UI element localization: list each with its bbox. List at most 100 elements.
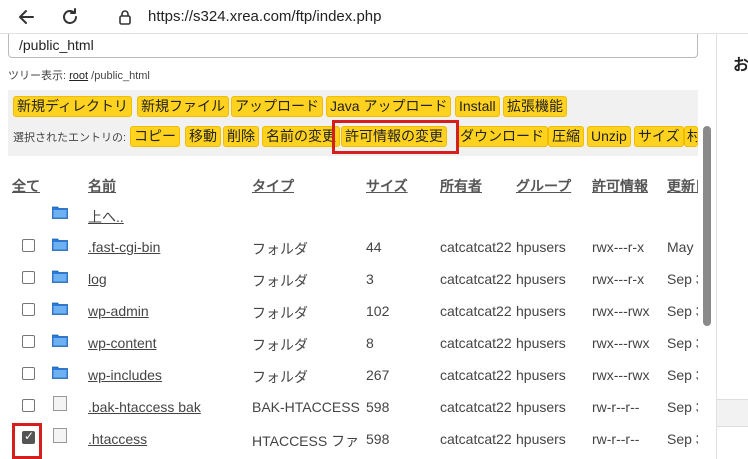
file-modified: Sep 3 (667, 303, 698, 319)
delete-button[interactable]: 削除 (223, 126, 259, 147)
new-file-button[interactable]: 新規ファイル (137, 96, 229, 117)
header-name[interactable]: 名前 (88, 176, 116, 196)
compress-button[interactable]: 圧縮 (548, 126, 584, 147)
file-size: 598 (366, 399, 390, 415)
file-owner: catcatcat22 (440, 239, 512, 255)
file-name-link[interactable]: wp-admin (88, 303, 149, 319)
file-permissions: rwx---r-x (592, 271, 645, 287)
file-name-link[interactable]: .htaccess (88, 431, 147, 447)
file-group: hpusers (516, 399, 566, 415)
row-checkbox[interactable] (22, 429, 35, 444)
folder-icon (52, 302, 68, 315)
file-modified: Sep 3 (667, 271, 698, 287)
header-type[interactable]: タイプ (252, 176, 294, 196)
header-group[interactable]: グループ (516, 176, 571, 196)
path-field[interactable]: /public_html (8, 34, 698, 58)
file-owner: catcatcat22 (440, 367, 512, 383)
table-row: 上へ.. (8, 200, 698, 232)
download-button[interactable]: ダウンロード (456, 126, 548, 147)
folder-icon (52, 206, 68, 219)
file-size: 8 (366, 335, 374, 351)
change-permissions-button[interactable]: 許可情報の変更 (341, 126, 447, 147)
file-size: 44 (366, 239, 382, 255)
folder-icon (52, 366, 68, 379)
row-checkbox[interactable] (22, 303, 35, 316)
tree-view: ツリー表示: root /public_html (8, 67, 150, 83)
table-row: .htaccess HTACCESS ファ 598 catcatcat22hpuser… (8, 424, 698, 456)
new-directory-button[interactable]: 新規ディレクトリ (13, 96, 133, 117)
file-owner: catcatcat22 (440, 271, 512, 287)
table-row: .fast-cgi-bin フォルダ 44 catcatcat22 hpusers rwx… (8, 232, 698, 264)
file-permissions: rw-r--r-- (592, 431, 640, 447)
file-modified: Sep 3 (667, 431, 698, 447)
row-checkbox[interactable] (22, 239, 35, 252)
file-modified: Sep 3 (667, 399, 698, 415)
upload-button[interactable]: アップロード (231, 96, 323, 117)
install-button[interactable]: Install (455, 96, 500, 117)
browser-toolbar: https://s324.xrea.com/ftp/index.php (0, 0, 748, 34)
table-row: .bak-htaccess bak BAK-HTACCESS 598 catcatca… (8, 392, 698, 424)
file-group: hpusers (516, 367, 566, 383)
file-size: 267 (366, 367, 390, 383)
copy-button[interactable]: コピー (130, 126, 180, 147)
header-modified[interactable]: 更新日 (667, 176, 698, 196)
file-permissions: rw-r--r-- (592, 399, 640, 415)
file-group: hpusers (516, 431, 566, 447)
side-panel-box (717, 399, 748, 427)
file-icon (53, 396, 67, 411)
tree-label: ツリー表示: (8, 70, 67, 82)
address-bar[interactable]: https://s324.xrea.com/ftp/index.php (148, 8, 381, 25)
table-row: wp-content フォルダ 8 catcatcat22 hpusers rwx---r… (8, 328, 698, 360)
file-group: hpusers (516, 239, 566, 255)
side-panel-title: お (733, 57, 748, 74)
file-modified: Sep 3 (667, 335, 698, 351)
file-group: hpusers (516, 271, 566, 287)
header-permissions[interactable]: 許可情報 (592, 176, 648, 196)
row-checkbox[interactable] (22, 399, 35, 412)
folder-icon (52, 270, 68, 283)
tree-root-link[interactable]: root (69, 70, 88, 82)
move-button[interactable]: 移動 (185, 126, 221, 147)
rename-button[interactable]: 名前の変更 (262, 126, 340, 147)
file-name-link[interactable]: .bak-htaccess bak (88, 399, 201, 415)
file-type: HTACCESS ファ (252, 433, 360, 449)
header-select-all[interactable]: 全て (12, 176, 40, 196)
file-size: 3 (366, 271, 374, 287)
back-arrow-icon[interactable] (14, 5, 38, 29)
scrollbar-thumb[interactable] (703, 126, 711, 326)
folder-icon (52, 334, 68, 347)
file-type: BAK-HTACCESS (252, 399, 360, 415)
table-row: log フォルダ 3 catcatcat22hpusers rwx---r-x Sep 3 (8, 264, 698, 296)
size-button[interactable]: サイズ (634, 126, 684, 147)
java-upload-button[interactable]: Java アップロード (326, 96, 452, 117)
header-owner[interactable]: 所有者 (440, 176, 482, 196)
site-info-icon[interactable] (113, 5, 137, 29)
file-size: 598 (366, 431, 390, 447)
more-button[interactable]: 村 (684, 126, 698, 147)
file-owner: catcatcat22 (440, 431, 512, 447)
file-group: hpusers (516, 335, 566, 351)
file-permissions: rwx---rwx (592, 367, 650, 383)
file-name-link[interactable]: wp-content (88, 335, 156, 351)
file-name-link[interactable]: wp-includes (88, 367, 162, 383)
extensions-button[interactable]: 拡張機能 (503, 96, 567, 117)
page-content: /public_html ツリー表示: root /public_html 新規… (0, 34, 698, 459)
selected-entries-label: 選択されたエントリの: (13, 132, 127, 144)
row-checkbox[interactable] (22, 335, 35, 348)
file-name-link[interactable]: 上へ.. (88, 207, 124, 227)
table-row: wp-admin フォルダ 102 catcatcat22 hpusers rwx---r… (8, 296, 698, 328)
file-type: フォルダ (252, 305, 308, 321)
file-owner: catcatcat22 (440, 303, 512, 319)
file-type: フォルダ (252, 273, 308, 289)
reload-icon[interactable] (58, 5, 82, 29)
tree-path: /public_html (91, 70, 150, 82)
row-checkbox[interactable] (22, 367, 35, 380)
file-modified: May (667, 239, 694, 255)
file-name-link[interactable]: .fast-cgi-bin (88, 239, 160, 255)
side-panel: お (716, 34, 748, 459)
header-size[interactable]: サイズ (366, 176, 408, 196)
file-type: フォルダ (252, 241, 308, 257)
unzip-button[interactable]: Unzip (587, 126, 631, 147)
row-checkbox[interactable] (22, 271, 35, 284)
file-name-link[interactable]: log (88, 271, 107, 287)
